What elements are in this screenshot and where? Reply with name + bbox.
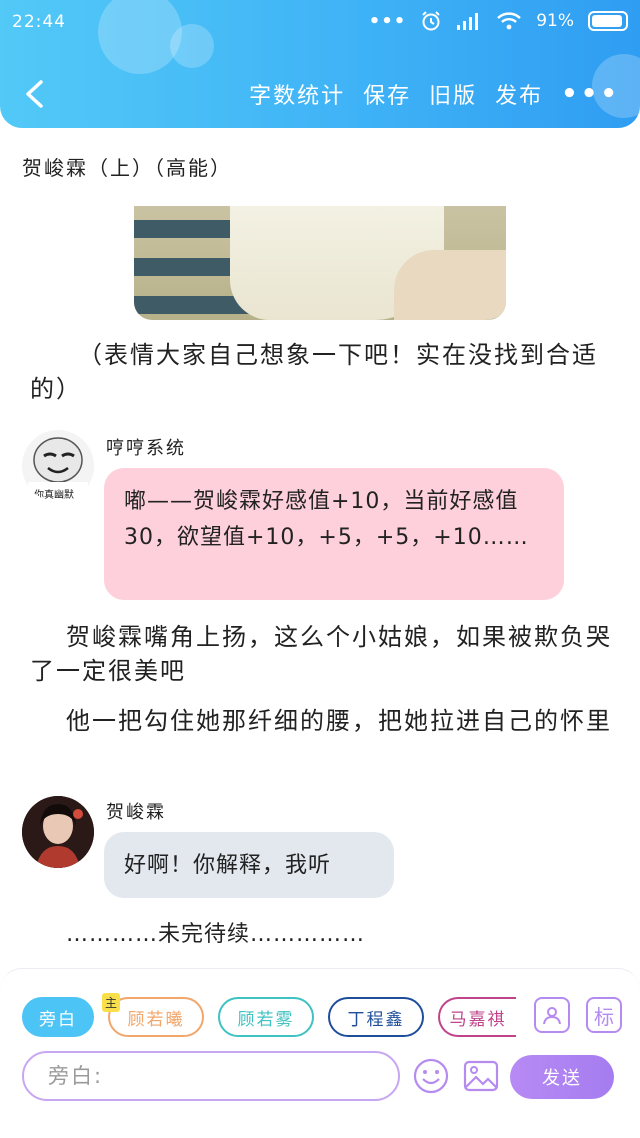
status-time: 22:44	[12, 12, 66, 32]
story-image[interactable]	[134, 206, 506, 320]
nav-actions: 字数统计 保存 旧版 发布 •••	[249, 78, 620, 110]
role-chip-ding-chengxin[interactable]: 丁程鑫	[328, 997, 424, 1037]
speaker-name: 贺峻霖	[106, 802, 166, 823]
signal-icon	[457, 13, 479, 30]
role-chip-gu-ruoxi[interactable]: 顾若曦	[108, 997, 204, 1037]
wifi-icon	[497, 12, 522, 30]
send-button[interactable]: 发送	[510, 1055, 614, 1099]
role-selector: 旁白 顾若曦 主 顾若雾 丁程鑫 马嘉祺 标	[22, 993, 622, 1037]
narration-paragraph: （表情大家自己想象一下吧！实在没找到合适的）	[30, 341, 598, 403]
top-header: 22:44 ••• 91% 字数统计 保存 旧版 发布 •••	[0, 0, 640, 128]
chat-bubble: 嘟——贺峻霖好感值+10，当前好感值30，欲望值+10，+5，+5，+10……	[104, 468, 564, 600]
chat-bubble: 好啊！你解释，我听	[104, 832, 394, 898]
to-be-continued: …………未完待续……………	[66, 922, 366, 947]
image-stair	[134, 220, 244, 238]
role-chip-narrator[interactable]: 旁白	[22, 997, 94, 1037]
alarm-icon	[422, 11, 440, 31]
avatar-caption: 你真幽默	[34, 490, 74, 501]
battery-percent: 91%	[536, 11, 574, 31]
story-content: 贺峻霖（上）（高能） （表情大家自己想象一下吧！实在没找到合适的） 你真幽默 哼…	[0, 128, 640, 968]
role-chip-ma-jiaqi[interactable]: 马嘉祺	[438, 997, 516, 1037]
back-button[interactable]	[16, 74, 56, 114]
smiley-icon[interactable]	[412, 1057, 450, 1095]
more-button[interactable]: •••	[561, 81, 620, 107]
narration-paragraph: 贺峻霖嘴角上扬，这么个小姑娘，如果被欺负哭了一定很美吧	[30, 623, 612, 685]
message-input[interactable]	[22, 1051, 400, 1101]
notification-dots-icon: •••	[368, 10, 407, 32]
story-title: 贺峻霖（上）（高能）	[22, 156, 232, 180]
composer-panel: 旁白 顾若曦 主 顾若雾 丁程鑫 马嘉祺 标 发送	[0, 968, 640, 1138]
user-card-icon[interactable]	[534, 997, 570, 1033]
image-icon[interactable]	[462, 1057, 500, 1095]
avatar-system[interactable]: 你真幽默	[22, 430, 94, 502]
status-icons: ••• 91%	[369, 10, 628, 32]
role-chip-gu-ruowu[interactable]: 顾若雾	[218, 997, 314, 1037]
nav-bar: 字数统计 保存 旧版 发布 •••	[0, 70, 640, 122]
publish-button[interactable]: 发布	[495, 78, 543, 110]
narration-paragraph: 他一把勾住她那纤细的腰，把她拉进自己的怀里	[66, 707, 612, 735]
word-count-button[interactable]: 字数统计	[249, 78, 345, 110]
save-button[interactable]: 保存	[363, 78, 411, 110]
old-version-button[interactable]: 旧版	[429, 78, 477, 110]
battery-icon	[588, 11, 628, 31]
input-row: 发送	[22, 1051, 622, 1101]
portrait-icon	[22, 796, 94, 868]
speaker-name: 哼哼系统	[106, 438, 186, 459]
avatar-he-junlin[interactable]	[22, 796, 94, 868]
main-role-tag: 主	[102, 993, 121, 1012]
tag-icon[interactable]: 标	[586, 997, 622, 1033]
image-arm	[394, 250, 506, 320]
status-bar: 22:44 ••• 91%	[0, 0, 640, 44]
